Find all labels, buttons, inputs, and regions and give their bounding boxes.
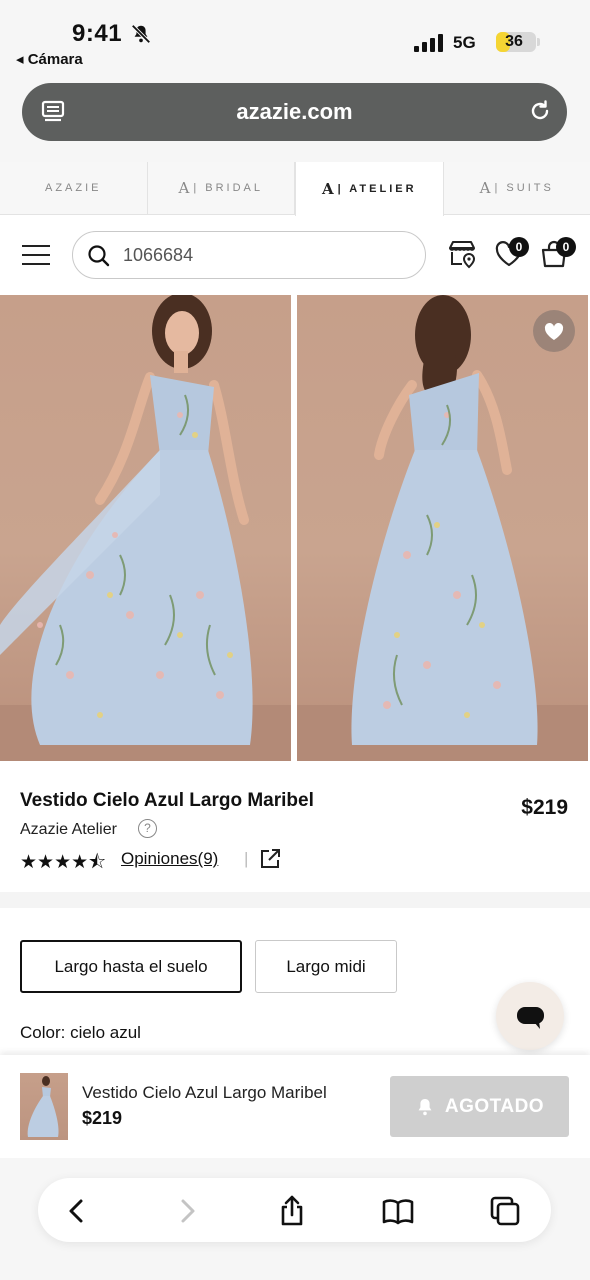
address-bar[interactable]: azazie.com — [22, 83, 567, 141]
signal-icon — [414, 34, 443, 52]
browser-address-area: azazie.com — [0, 72, 590, 162]
separator: | — [244, 849, 249, 868]
length-option-midi[interactable]: Largo midi — [255, 940, 397, 993]
forward-arrow-icon[interactable] — [170, 1194, 204, 1228]
back-to-app-link[interactable]: ◂ Cámara — [16, 50, 83, 68]
tab-bridal[interactable]: A | BRIDAL — [148, 162, 295, 214]
tab-label: | ATELIER — [337, 183, 417, 195]
tab-label: AZAZIE — [44, 182, 102, 194]
battery-percent: 36 — [505, 33, 523, 50]
cart-count-badge: 0 — [556, 237, 576, 257]
search-icon — [88, 245, 110, 267]
sticky-product-price: $219 — [82, 1108, 123, 1128]
brand-tabs: AZAZIE A | BRIDAL A | ATELIER A | SUITS — [0, 162, 590, 216]
color-label: Color: cielo azul — [20, 1023, 141, 1042]
product-info: Vestido Cielo Azul Largo Maribel $219 Az… — [0, 762, 590, 892]
tab-label: | BRIDAL — [193, 182, 263, 194]
tab-suits[interactable]: A | SUITS — [444, 162, 590, 214]
site-header: 0 0 — [0, 216, 590, 295]
network-type: 5G — [453, 33, 476, 52]
help-icon[interactable]: ? — [138, 819, 157, 838]
chat-bubble-icon — [517, 1007, 544, 1029]
search-input[interactable] — [123, 241, 403, 269]
status-bar: 9:41 ◂ Cámara 5G 36 — [0, 0, 590, 72]
product-photo-front[interactable] — [0, 295, 291, 761]
product-thumbnail — [20, 1073, 68, 1140]
share-external-icon[interactable] — [259, 848, 281, 870]
tabs-overview-icon[interactable] — [488, 1194, 522, 1228]
length-option-floor[interactable]: Largo hasta el suelo — [20, 940, 242, 993]
browser-toolbar — [38, 1178, 551, 1242]
tab-azazie[interactable]: AZAZIE — [0, 162, 148, 214]
add-to-wishlist-button[interactable] — [533, 310, 575, 352]
section-divider — [0, 892, 590, 908]
sticky-product-title: Vestido Cielo Azul Largo Maribel — [82, 1083, 327, 1102]
sold-out-label: AGOTADO — [444, 1095, 545, 1117]
back-arrow-icon[interactable] — [60, 1194, 94, 1228]
product-title: Vestido Cielo Azul Largo Maribel — [20, 790, 314, 811]
rating-stars: ★★★★⯪ — [20, 852, 107, 873]
brand-logo-icon: A — [321, 180, 334, 198]
tab-atelier[interactable]: A | ATELIER — [295, 162, 444, 216]
reviews-link[interactable]: Opiniones(9) — [121, 849, 218, 869]
hamburger-menu-icon[interactable] — [22, 245, 50, 267]
share-icon[interactable] — [275, 1194, 309, 1228]
sticky-purchase-bar: Vestido Cielo Azul Largo Maribel $219 AG… — [0, 1055, 590, 1158]
product-brand: Azazie Atelier — [20, 821, 117, 838]
reload-icon[interactable] — [527, 98, 553, 124]
product-price: $219 — [521, 796, 568, 819]
sold-out-button[interactable]: AGOTADO — [390, 1076, 569, 1137]
wishlist-count-badge: 0 — [509, 237, 529, 257]
product-photo-back[interactable] — [297, 295, 588, 761]
bell-icon — [418, 1098, 432, 1115]
tab-label: | SUITS — [494, 182, 554, 194]
bell-slash-icon — [131, 24, 151, 44]
brand-logo-icon: A — [479, 179, 491, 197]
bookmarks-book-icon[interactable] — [381, 1194, 415, 1228]
url-text: azazie.com — [236, 99, 353, 124]
heart-filled-icon — [544, 323, 564, 340]
store-locator-icon[interactable] — [446, 238, 478, 270]
brand-logo-icon: A — [178, 179, 190, 197]
product-gallery[interactable] — [0, 295, 590, 761]
clock: 9:41 — [72, 20, 123, 47]
search-box[interactable] — [72, 231, 426, 279]
chat-button[interactable] — [496, 982, 564, 1050]
battery-icon: 36 — [496, 32, 540, 52]
